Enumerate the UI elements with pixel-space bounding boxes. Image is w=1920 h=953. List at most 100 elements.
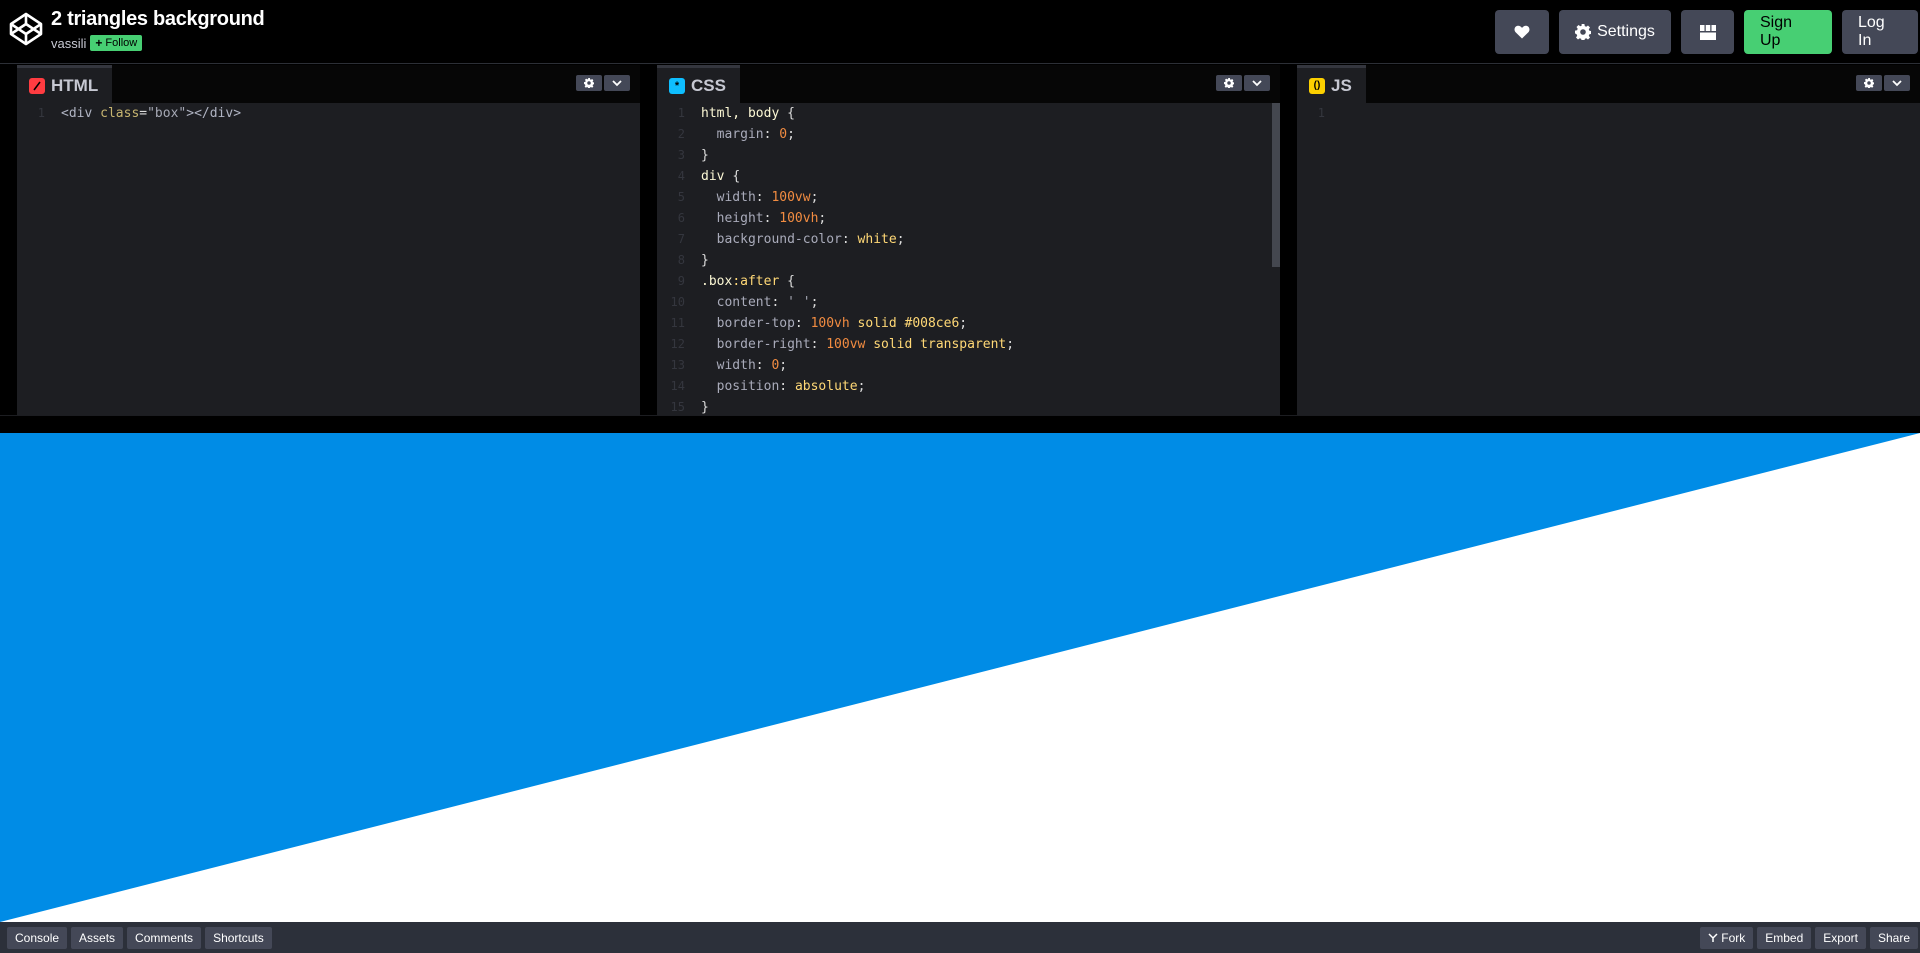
code-line[interactable]: 3} [657, 145, 1280, 166]
tab-html-label: HTML [51, 75, 99, 95]
html-collapse-button[interactable] [604, 75, 630, 91]
code-line[interactable]: 6 height: 100vh; [657, 208, 1280, 229]
html-icon [29, 77, 45, 94]
code-text: position: absolute; [701, 379, 866, 394]
line-number: 3 [677, 148, 685, 162]
js-settings-button[interactable] [1856, 75, 1882, 91]
love-button[interactable] [1495, 10, 1549, 54]
code-text: width: 0; [701, 358, 788, 373]
code-line[interactable]: 11 border-top: 100vh solid #008ce6; [657, 313, 1280, 334]
line-number: 10 [670, 295, 685, 309]
author-link[interactable]: vassili [51, 36, 86, 51]
console-button[interactable]: Console [7, 927, 68, 949]
line-number: 11 [670, 316, 685, 330]
editors-panel: HTML 1 <div class="box"></div> * CSS 1 h… [0, 65, 1920, 415]
code-line[interactable]: 15} [657, 397, 1280, 415]
code-text: } [701, 253, 709, 268]
html-editor-header: HTML [17, 65, 640, 103]
code-line[interactable]: 14 position: absolute; [657, 376, 1280, 397]
js-code-area[interactable]: 1 [1297, 103, 1920, 415]
code-line[interactable]: 13 width: 0; [657, 355, 1280, 376]
js-collapse-button[interactable] [1884, 75, 1910, 91]
css-collapse-button[interactable] [1244, 75, 1270, 91]
code-text: } [701, 400, 709, 415]
code-text: .box:after { [701, 274, 795, 289]
css-editor-header: * CSS [657, 65, 1280, 103]
shortcuts-button[interactable]: Shortcuts [205, 927, 272, 949]
html-code-area[interactable]: 1 <div class="box"></div> [17, 103, 640, 415]
line-number: 7 [677, 232, 685, 246]
tab-js-label: JS [1331, 75, 1352, 95]
author-row: vassili + Follow [51, 35, 143, 51]
chevron-down-icon [612, 80, 622, 87]
embed-button[interactable]: Embed [1757, 927, 1812, 949]
line-number: 12 [670, 337, 685, 351]
code-line[interactable]: 1 <div class="box"></div> [17, 103, 640, 124]
js-editor-header: () JS [1297, 65, 1920, 103]
css-scrollbar[interactable] [1272, 103, 1280, 267]
assets-button[interactable]: Assets [71, 927, 124, 949]
top-actions: Settings Sign Up Log In [1495, 10, 1920, 54]
code-line[interactable]: 1 [1297, 103, 1920, 124]
code-line[interactable]: 7 background-color: white; [657, 229, 1280, 250]
share-button[interactable]: Share [1869, 927, 1918, 949]
code-text: div { [701, 169, 741, 184]
settings-button[interactable]: Settings [1559, 10, 1671, 54]
tab-js[interactable]: () JS [1297, 65, 1366, 103]
tab-html[interactable]: HTML [17, 65, 113, 103]
code-line[interactable]: 10 content: ' '; [657, 292, 1280, 313]
gear-icon [584, 78, 594, 88]
line-number: 4 [677, 169, 685, 183]
line-number: 5 [677, 190, 685, 204]
js-editor-controls [1856, 75, 1910, 91]
resize-handle[interactable] [0, 415, 1920, 433]
html-editor[interactable]: HTML 1 <div class="box"></div> [17, 65, 640, 415]
export-button[interactable]: Export [1815, 927, 1866, 949]
gear-icon [1575, 24, 1592, 40]
css-code-area[interactable]: 1 html, body {2 margin: 0; 3} 4 div {5 width… [657, 103, 1280, 415]
code-line[interactable]: 2 margin: 0; [657, 124, 1280, 145]
html-settings-button[interactable] [576, 75, 602, 91]
code-text: background-color: white; [701, 232, 905, 247]
code-line[interactable]: 5 width: 100vw; [657, 187, 1280, 208]
line-number: 15 [670, 400, 685, 414]
change-view-button[interactable] [1681, 10, 1734, 54]
codepen-logo-icon[interactable] [8, 11, 44, 47]
tab-css-label: CSS [691, 75, 726, 95]
code-line[interactable]: 8} [657, 250, 1280, 271]
sign-up-button[interactable]: Sign Up [1744, 10, 1832, 54]
css-editor-controls [1216, 75, 1270, 91]
footer-left-actions: Console Assets Comments Shortcuts [7, 927, 272, 949]
css-editor[interactable]: * CSS 1 html, body {2 margin: 0; 3} 4 div {5… [657, 65, 1280, 415]
follow-button[interactable]: + Follow [90, 35, 143, 51]
code-text: html, body { [701, 106, 795, 121]
line-number: 14 [670, 379, 685, 393]
chevron-down-icon [1892, 80, 1902, 87]
follow-label: Follow [105, 37, 138, 49]
code-line[interactable]: 4 div { [657, 166, 1280, 187]
code-line[interactable]: 1 html, body { [657, 103, 1280, 124]
gear-icon [1224, 78, 1234, 88]
js-icon: () [1309, 77, 1325, 94]
code-line[interactable]: 9 .box:after { [657, 271, 1280, 292]
gear-icon [1864, 78, 1874, 88]
comments-button[interactable]: Comments [127, 927, 202, 949]
css-settings-button[interactable] [1216, 75, 1242, 91]
fork-button[interactable]: Fork [1700, 927, 1754, 949]
code-line[interactable]: 12 border-right: 100vw solid transparent… [657, 334, 1280, 355]
pen-title[interactable]: 2 triangles background [51, 8, 265, 31]
css-icon: * [669, 77, 685, 94]
log-in-button[interactable]: Log In [1842, 10, 1918, 54]
tab-css[interactable]: * CSS [657, 65, 740, 103]
line-number: 1 [37, 106, 45, 120]
line-number: 1 [677, 106, 685, 120]
plus-icon: + [95, 36, 103, 50]
js-editor[interactable]: () JS 1 [1297, 65, 1920, 415]
result-preview [0, 433, 1920, 922]
line-number: 2 [677, 127, 685, 141]
html-editor-controls [576, 75, 630, 91]
chevron-down-icon [1252, 80, 1262, 87]
line-number: 13 [670, 358, 685, 372]
footer-bar: Console Assets Comments Shortcuts Fork E… [0, 922, 1920, 953]
code-text: border-right: 100vw solid transparent; [701, 337, 1015, 352]
